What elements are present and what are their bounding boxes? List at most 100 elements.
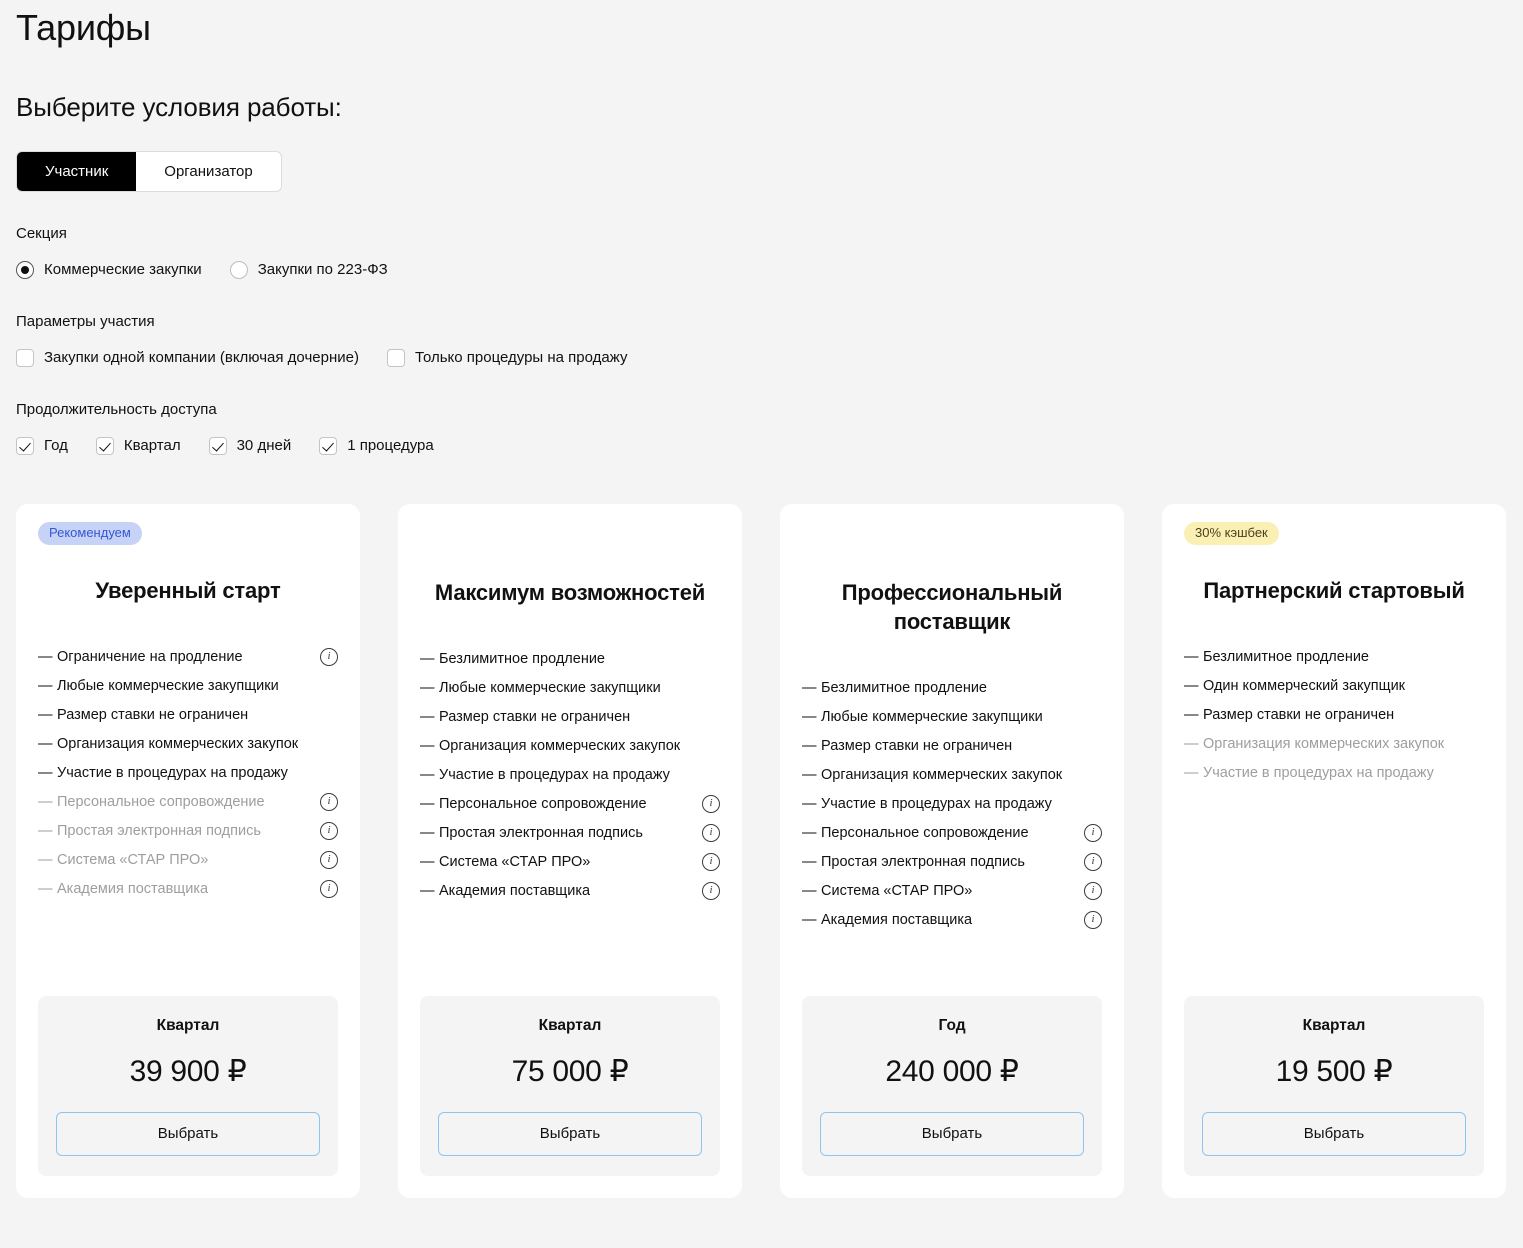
- feature-label: Размер ставки не ограничен: [1203, 706, 1395, 723]
- feature-item: — Участие в процедурах на продажу: [420, 765, 720, 785]
- section-option-label-1: Закупки по 223-ФЗ: [257, 260, 388, 278]
- info-icon[interactable]: i: [702, 794, 720, 813]
- section-options-row: Коммерческие закупки Закупки по 223-ФЗ: [16, 260, 1523, 280]
- dash-icon: —: [802, 679, 817, 696]
- pricing-card: Максимум возможностей — Безлимитное продле…: [398, 503, 742, 1198]
- participation-checkbox-0[interactable]: [16, 348, 34, 367]
- feature-item: — Размер ставки не ограничен: [802, 736, 1102, 756]
- feature-item: — Размер ставки не ограничен: [1184, 705, 1484, 725]
- feature-label: Любые коммерческие закупщики: [57, 677, 279, 694]
- info-icon[interactable]: i: [702, 823, 720, 842]
- duration-option-3[interactable]: 1 процедура: [319, 436, 434, 456]
- feature-label: Участие в процедурах на продажу: [821, 795, 1052, 812]
- dash-icon: —: [38, 880, 53, 897]
- feature-item: — Система «СТАР ПРО» i: [420, 852, 720, 872]
- card-title: Партнерский стартовый: [1203, 577, 1465, 603]
- choose-plan-button[interactable]: Выбрать: [1202, 1111, 1466, 1156]
- filter-group-section: Секция Коммерческие закупки Закупки по 22…: [16, 224, 1523, 280]
- feature-label: Размер ставки не ограничен: [821, 737, 1013, 754]
- price-amount: 75 000 ₽: [511, 1054, 629, 1088]
- info-icon[interactable]: i: [320, 879, 338, 898]
- page-subtitle: Выберите условия работы:: [16, 91, 342, 122]
- badge-recommended: Рекомендуем: [38, 521, 142, 545]
- section-option-1[interactable]: Закупки по 223-ФЗ: [229, 260, 388, 280]
- feature-item: — Персональное сопровождение i: [420, 794, 720, 814]
- page-title: Тарифы: [16, 7, 151, 48]
- section-option-0[interactable]: Коммерческие закупки: [16, 260, 202, 280]
- feature-label: Участие в процедурах на продажу: [1203, 764, 1434, 781]
- feature-item: — Организация коммерческих закупок: [802, 765, 1102, 785]
- duration-option-1[interactable]: Квартал: [95, 436, 181, 456]
- role-toggle[interactable]: Участник Организатор: [16, 150, 282, 192]
- feature-label: Любые коммерческие закупщики: [439, 679, 661, 696]
- role-toggle-option-0[interactable]: Участник: [17, 151, 137, 191]
- info-icon[interactable]: i: [320, 647, 338, 666]
- dash-icon: —: [802, 853, 817, 870]
- card-title: Уверенный старт: [95, 577, 281, 603]
- dash-icon: —: [420, 708, 435, 725]
- choose-plan-button[interactable]: Выбрать: [438, 1111, 702, 1156]
- feature-label: Размер ставки не ограничен: [439, 708, 631, 725]
- feature-item: — Организация коммерческих закупок: [1184, 734, 1484, 754]
- feature-item: — Простая электронная подпись i: [38, 821, 338, 841]
- duration-option-2[interactable]: 30 дней: [208, 436, 291, 456]
- price-period: Квартал: [1302, 1016, 1366, 1034]
- participation-checkbox-1[interactable]: [386, 348, 405, 367]
- dash-icon: —: [802, 708, 817, 725]
- info-icon[interactable]: i: [320, 792, 338, 811]
- participation-option-label-0: Закупки одной компании (включая дочерние…: [44, 348, 359, 366]
- dash-icon: —: [420, 766, 435, 783]
- feature-item: — Простая электронная подпись i: [420, 823, 720, 843]
- feature-label: Персональное сопровождение: [57, 793, 265, 810]
- feature-item: — Безлимитное продление: [420, 649, 720, 669]
- info-icon[interactable]: i: [320, 821, 338, 840]
- duration-checkbox-3[interactable]: [319, 436, 338, 455]
- info-icon[interactable]: i: [1084, 881, 1102, 900]
- feature-label: Организация коммерческих закупок: [57, 735, 299, 752]
- choose-plan-button[interactable]: Выбрать: [56, 1111, 320, 1156]
- card-footer: Год 240 000 ₽ Выбрать: [802, 995, 1102, 1176]
- section-radio-0[interactable]: [16, 260, 34, 279]
- duration-option-0[interactable]: Год: [16, 436, 68, 456]
- duration-checkbox-0[interactable]: [16, 436, 34, 455]
- feature-label: Организация коммерческих закупок: [1203, 735, 1445, 752]
- price-period: Квартал: [538, 1016, 602, 1034]
- feature-item: — Система «СТАР ПРО» i: [38, 850, 338, 870]
- participation-option-0[interactable]: Закупки одной компании (включая дочерние…: [16, 348, 359, 368]
- info-icon[interactable]: i: [1084, 852, 1102, 871]
- price-amount: 240 000 ₽: [885, 1054, 1019, 1088]
- feature-label: Персональное сопровождение: [821, 824, 1029, 841]
- card-footer: Квартал 39 900 ₽ Выбрать: [38, 995, 338, 1176]
- feature-label: Система «СТАР ПРО»: [439, 853, 591, 870]
- feature-item: — Персональное сопровождение i: [802, 823, 1102, 843]
- feature-item: — Безлимитное продление: [1184, 647, 1484, 667]
- section-radio-1[interactable]: [229, 260, 248, 279]
- info-icon[interactable]: i: [1084, 823, 1102, 842]
- info-icon[interactable]: i: [320, 850, 338, 869]
- pricing-card: Рекомендуем Уверенный старт — Ограничение н…: [16, 503, 360, 1198]
- role-toggle-option-1[interactable]: Организатор: [136, 152, 280, 191]
- badge-placeholder: [420, 522, 720, 547]
- dash-icon: —: [420, 824, 435, 841]
- feature-list: — Безлимитное продление — Любые коммерчески…: [802, 678, 1102, 939]
- feature-item: — Участие в процедурах на продажу: [38, 763, 338, 783]
- badge-placeholder: [802, 522, 1102, 547]
- choose-plan-button[interactable]: Выбрать: [820, 1111, 1084, 1156]
- dash-icon: —: [420, 795, 435, 812]
- dash-icon: —: [38, 822, 53, 839]
- info-icon[interactable]: i: [702, 881, 720, 900]
- dash-icon: —: [38, 851, 53, 868]
- participation-option-1[interactable]: Только процедуры на продажу: [386, 348, 628, 368]
- info-icon[interactable]: i: [702, 852, 720, 871]
- duration-checkbox-2[interactable]: [208, 436, 227, 455]
- feature-label: Безлимитное продление: [439, 650, 605, 667]
- feature-item: — Участие в процедурах на продажу: [1184, 763, 1484, 783]
- feature-label: Участие в процедурах на продажу: [57, 764, 288, 781]
- dash-icon: —: [420, 737, 435, 754]
- feature-label: Простая электронная подпись: [57, 822, 261, 839]
- info-icon[interactable]: i: [1084, 910, 1102, 929]
- filter-label-section: Секция: [16, 224, 67, 242]
- duration-checkbox-1[interactable]: [95, 436, 114, 455]
- dash-icon: —: [420, 853, 435, 870]
- participation-option-label-1: Только процедуры на продажу: [414, 348, 628, 366]
